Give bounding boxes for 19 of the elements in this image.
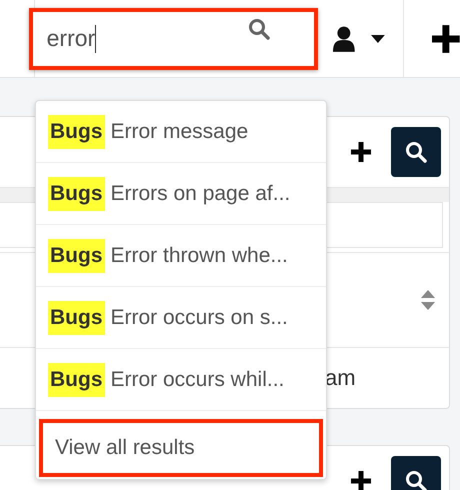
sort-icon[interactable] [421,290,435,310]
search-result[interactable]: Bugs Error message [36,101,326,163]
search-result[interactable]: Bugs Error occurs on s... [36,287,326,349]
caret-icon[interactable] [371,34,386,42]
search-icon[interactable] [248,18,270,40]
plus-icon[interactable] [351,142,371,162]
search-icon [404,469,428,490]
table-cell: am [325,365,356,391]
search-result[interactable]: Bugs Error occurs whil... [36,349,326,411]
search-value: error [46,25,96,52]
search-field[interactable]: error [28,8,318,70]
search-button[interactable] [391,127,441,177]
search-result[interactable]: Bugs Errors on page af... [36,163,326,225]
search-icon [404,140,428,164]
search-result[interactable]: Bugs Error thrown whe... [36,225,326,287]
view-all-link[interactable]: View all results [39,419,323,477]
plus-icon[interactable] [432,24,460,52]
plus-icon[interactable] [351,471,371,490]
user-icon[interactable] [332,26,356,52]
